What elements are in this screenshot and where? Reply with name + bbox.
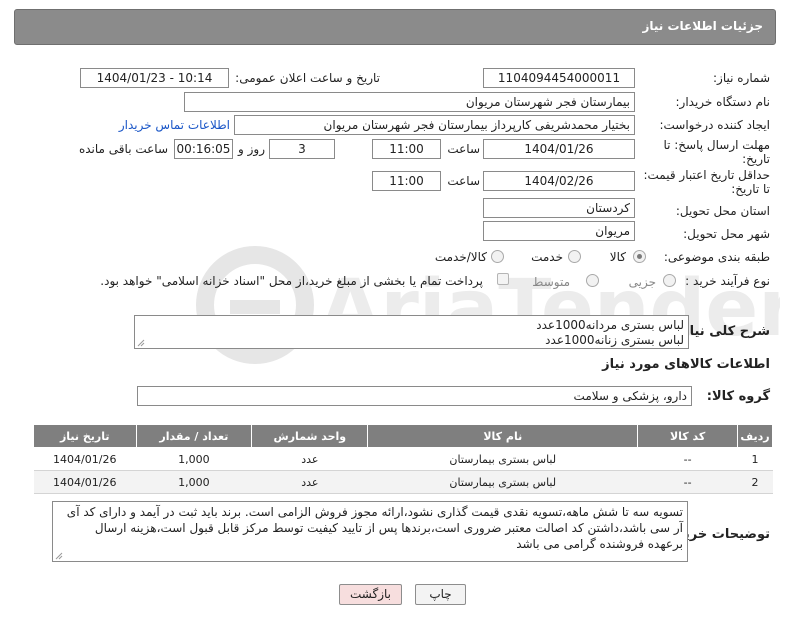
table-row: 2 -- لباس بستری بیمارستان عدد 1,000 1404… <box>33 470 773 494</box>
buyer-org-label: نام دستگاه خریدار: <box>675 95 771 109</box>
process-radio-partial[interactable] <box>663 274 676 287</box>
time-remaining-label: ساعت باقی مانده <box>78 142 168 156</box>
price-validity-label: حداقل تاریخ اعتبار قیمت: <box>643 168 770 182</box>
row-quantity: 1,000 <box>136 447 252 471</box>
deadline-time-label: ساعت <box>447 142 480 156</box>
row-name: لباس بستری بیمارستان <box>367 447 638 471</box>
col-quantity: تعداد / مقدار <box>135 424 253 448</box>
summary-line-2: لباس بستری زنانه1000عدد <box>545 333 684 347</box>
col-unit: واحد شمارش <box>251 424 369 448</box>
buyer-contact-link[interactable]: اطلاعات تماس خریدار <box>119 118 230 132</box>
goods-table: ردیف کد کالا نام کالا واحد شمارش تعداد /… <box>33 424 773 494</box>
need-number-field: 1104094454000011 <box>483 68 635 88</box>
goods-table-header: ردیف کد کالا نام کالا واحد شمارش تعداد /… <box>33 424 773 448</box>
resize-grip-icon[interactable] <box>137 339 145 347</box>
col-goods-name: نام کالا <box>367 424 639 448</box>
back-button[interactable]: بازگشت <box>339 584 402 605</box>
need-number-label: شماره نیاز: <box>713 71 770 85</box>
row-name: لباس بستری بیمارستان <box>367 470 638 494</box>
buyer-notes-textarea: تسویه سه تا شش ماهه،تسویه نقدی قیمت گذار… <box>52 501 688 562</box>
table-row: 1 -- لباس بستری بیمارستان عدد 1,000 1404… <box>33 447 773 471</box>
summary-label: شرح کلی نیاز: <box>676 324 770 339</box>
goods-group-field: دارو، پزشکی و سلامت <box>137 386 692 406</box>
row-unit: عدد <box>251 470 368 494</box>
row-index: 1 <box>737 447 773 471</box>
page-header: جزئیات اطلاعات نیاز <box>14 9 776 45</box>
category-goods-label: کالا <box>609 250 626 264</box>
process-partial-label: جزیی <box>628 275 656 289</box>
category-radio-goods[interactable] <box>633 250 646 263</box>
deadline-label: مهلت ارسال پاسخ: تا <box>663 138 770 152</box>
process-label: نوع فرآیند خرید : <box>685 274 770 288</box>
price-validity-date-label: تا تاریخ: <box>731 182 770 196</box>
process-medium-label: متوسط <box>532 275 570 289</box>
goods-group-label: گروه کالا: <box>706 389 770 404</box>
row-index: 2 <box>737 470 773 494</box>
resize-grip-icon[interactable] <box>55 552 63 560</box>
row-date: 1404/01/26 <box>33 470 136 494</box>
summary-textarea: لباس بستری مردانه1000عدد لباس بستری زنان… <box>134 315 689 349</box>
col-row-number: ردیف <box>737 424 773 448</box>
row-quantity: 1,000 <box>136 470 252 494</box>
row-unit: عدد <box>251 447 368 471</box>
col-need-date: تاریخ نیاز <box>33 424 137 448</box>
days-remaining-field: 3 <box>269 139 335 159</box>
row-code: -- <box>637 470 738 494</box>
announce-date-field: 1404/01/23 - 10:14 <box>80 68 229 88</box>
validity-time-label: ساعت <box>447 174 480 188</box>
row-date: 1404/01/26 <box>33 447 136 471</box>
deadline-time-field: 11:00 <box>372 139 441 159</box>
print-button[interactable]: چاپ <box>415 584 466 605</box>
category-radio-goods-service[interactable] <box>491 250 504 263</box>
city-field: مریوان <box>483 221 635 241</box>
city-label: شهر محل تحویل: <box>683 227 770 241</box>
time-remaining-field: 00:16:05 <box>174 139 233 159</box>
deadline-date-field: 1404/01/26 <box>483 139 635 159</box>
province-label: استان محل تحویل: <box>675 204 770 218</box>
category-label: طبقه بندی موضوعی: <box>663 250 770 264</box>
buyer-org-field: بیمارستان فجر شهرستان مریوان <box>184 92 635 112</box>
buyer-notes-text: تسویه سه تا شش ماهه،تسویه نقدی قیمت گذار… <box>66 505 683 551</box>
goods-section-title: اطلاعات کالاهای مورد نیاز <box>602 357 770 372</box>
treasury-payment-checkbox[interactable] <box>497 273 509 285</box>
deadline-date-label: تاریخ: <box>742 152 770 166</box>
treasury-payment-note: پرداخت تمام یا بخشی از مبلغ خرید،از محل … <box>100 274 483 288</box>
process-radio-medium[interactable] <box>586 274 599 287</box>
summary-line-1: لباس بستری مردانه1000عدد <box>536 318 684 332</box>
validity-time-field: 11:00 <box>372 171 441 191</box>
row-code: -- <box>637 447 738 471</box>
province-field: کردستان <box>483 198 635 218</box>
page-title: جزئیات اطلاعات نیاز <box>642 19 763 33</box>
days-label: روز و <box>238 142 265 156</box>
category-service-label: خدمت <box>531 250 563 264</box>
category-radio-service[interactable] <box>568 250 581 263</box>
creator-field: بختیار محمدشریفی کارپرداز بیمارستان فجر … <box>234 115 635 135</box>
category-goods-service-label: کالا/خدمت <box>434 250 487 264</box>
creator-label: ایجاد کننده درخواست: <box>659 118 770 132</box>
announce-date-label: تاریخ و ساعت اعلان عمومی: <box>235 71 380 85</box>
col-goods-code: کد کالا <box>637 424 739 448</box>
validity-date-field: 1404/02/26 <box>483 171 635 191</box>
